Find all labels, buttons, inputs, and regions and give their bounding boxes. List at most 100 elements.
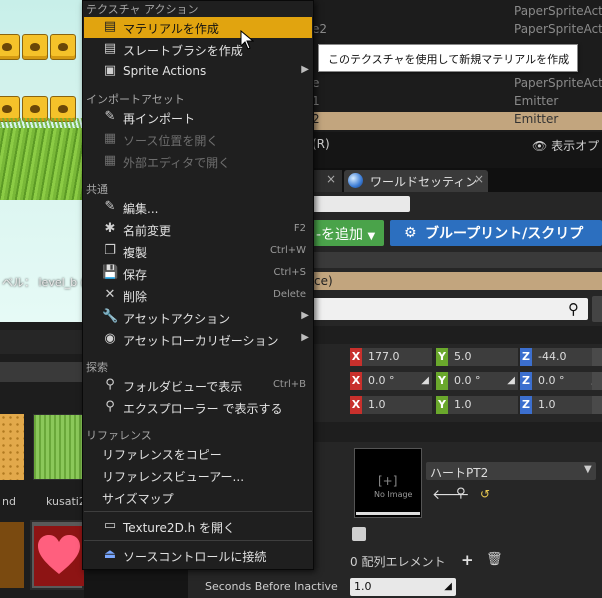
menu-item-label: 名前変更 bbox=[123, 224, 172, 238]
content-browser-toolbar bbox=[0, 330, 84, 354]
menu-item-reference-viewer[interactable]: リファレンスビューアー... bbox=[84, 465, 312, 486]
view-options-button[interactable]: 👁 表示オプ bbox=[532, 137, 599, 154]
details-search-input[interactable] bbox=[312, 298, 588, 320]
outliner-row-type: PaperSpriteActor bbox=[514, 76, 602, 90]
location-x-value[interactable]: 177.0 bbox=[362, 348, 432, 366]
menu-section-explore: 探索 bbox=[86, 361, 108, 374]
transform-section-header[interactable] bbox=[312, 326, 602, 344]
menu-item-create-slate-brush[interactable]: ▤ スレートブラシを作成 bbox=[84, 39, 312, 60]
menu-item-label: 複製 bbox=[123, 246, 148, 260]
property-checkbox[interactable] bbox=[352, 527, 366, 541]
close-icon[interactable]: × bbox=[474, 172, 484, 186]
menu-item-reimport[interactable]: ✎ 再インポート bbox=[84, 107, 312, 128]
mouse-cursor-icon bbox=[240, 30, 254, 50]
menu-item-shortcut: Delete bbox=[273, 289, 306, 300]
component-selected-label: ce) bbox=[314, 274, 333, 288]
menu-item-show-in-explorer[interactable]: ⚲ エクスプローラー で表示する bbox=[84, 397, 312, 418]
outliner-row-type: PaperSpriteActor bbox=[514, 4, 602, 18]
location-x[interactable]: X 177.0 bbox=[350, 348, 432, 366]
outliner-row[interactable]: PaperSpriteActor bbox=[312, 4, 602, 22]
menu-item-rename[interactable]: ✱ 名前変更 F2 bbox=[84, 219, 312, 240]
trash-icon[interactable]: 🗑 bbox=[486, 552, 503, 567]
menu-item-label: ソースコントロールに接続 bbox=[123, 550, 267, 564]
menu-item-copy-reference[interactable]: リファレンスをコピー bbox=[84, 443, 312, 464]
menu-item-label: マテリアルを作成 bbox=[123, 22, 219, 36]
asset-thumbnail-sand[interactable] bbox=[0, 414, 24, 480]
menu-item-asset-actions[interactable]: 🔧 アセットアクション ▶ bbox=[84, 307, 312, 328]
tab-world-settings-label: ワールドセッティン bbox=[370, 175, 478, 189]
outliner-row[interactable]: 1 Emitter bbox=[312, 94, 602, 112]
magnifier-icon: ⚲ bbox=[105, 399, 115, 414]
submenu-arrow-icon: ▶ bbox=[301, 332, 309, 343]
lock-toggle[interactable] bbox=[592, 396, 602, 414]
no-image-label: No Image bbox=[374, 490, 413, 499]
axis-y-label: Y bbox=[436, 348, 448, 366]
menu-item-open-texture2d-h[interactable]: ▭ Texture2D.h を開く bbox=[84, 516, 312, 537]
location-z[interactable]: Z -44.0 bbox=[520, 348, 602, 366]
menu-item-size-map[interactable]: サイズマップ bbox=[84, 487, 312, 508]
close-icon[interactable]: × bbox=[326, 172, 336, 186]
pencil-icon: ✎ bbox=[104, 199, 116, 214]
spin-arrow-icon: ◢ bbox=[444, 581, 452, 592]
axis-x-label: X bbox=[350, 396, 362, 414]
location-y[interactable]: Y 5.0 bbox=[436, 348, 518, 366]
blueprint-script-label: ブループリント/スクリプ bbox=[425, 226, 584, 242]
menu-item-label: アセットアクション bbox=[123, 312, 231, 326]
submenu-arrow-icon: ▶ bbox=[301, 64, 309, 75]
menu-item-sprite-actions[interactable]: ▣ Sprite Actions ▶ bbox=[84, 61, 312, 82]
menu-item-label: Texture2D.h を開く bbox=[123, 521, 236, 535]
scale-x-value[interactable]: 1.0 bbox=[362, 396, 432, 414]
rotation-z[interactable]: Z 0.0 ° ◢ bbox=[520, 372, 602, 390]
seconds-before-inactive-value: 1.0 bbox=[354, 580, 372, 593]
browse-magnifier-icon[interactable]: ⚲ bbox=[456, 486, 466, 501]
outliner-row-selected[interactable]: 2 Emitter bbox=[312, 112, 602, 130]
asset-label: kusati2 bbox=[46, 495, 86, 508]
spin-arrow-icon: ◢ bbox=[507, 375, 515, 386]
blueprint-icon: ⚙ bbox=[404, 225, 417, 241]
outliner-status: (R) bbox=[312, 137, 330, 151]
menu-item-open-source-location: ▦ ソース位置を開く bbox=[84, 129, 312, 150]
menu-item-show-in-folder-view[interactable]: ⚲ フォルダビューで表示 Ctrl+B bbox=[84, 375, 312, 396]
menu-item-duplicate[interactable]: ❐ 複製 Ctrl+W bbox=[84, 241, 312, 262]
location-y-value[interactable]: 5.0 bbox=[448, 348, 518, 366]
menu-item-delete[interactable]: ✕ 削除 Delete bbox=[84, 285, 312, 306]
menu-item-edit[interactable]: ✎ 編集... bbox=[84, 197, 312, 218]
menu-section-import: インポートアセット bbox=[86, 93, 185, 106]
add-component-button[interactable]: -を追加 ▼ bbox=[312, 220, 384, 246]
sprite-section-header[interactable] bbox=[312, 422, 602, 442]
menu-separator bbox=[84, 540, 312, 541]
asset-thumbnail-wood[interactable] bbox=[0, 522, 24, 588]
menu-item-label: 再インポート bbox=[123, 112, 196, 126]
asset-thumbnail-kusati2[interactable] bbox=[33, 414, 84, 480]
menu-item-connect-source-control[interactable]: ⏏ ソースコントロールに接続 bbox=[84, 545, 312, 566]
menu-section-references: リファレンス bbox=[86, 429, 152, 442]
menu-section-texture-actions: テクスチャ アクション bbox=[86, 3, 199, 16]
material-icon: ▤ bbox=[103, 19, 117, 34]
component-selected-row[interactable] bbox=[312, 272, 602, 290]
view-options-label: 表示オプ bbox=[551, 139, 600, 153]
outliner-row-type: PaperSpriteActor bbox=[514, 22, 602, 36]
menu-item-save[interactable]: 💾 保存 Ctrl+S bbox=[84, 263, 312, 284]
reset-to-default-icon[interactable]: ↺ bbox=[480, 487, 490, 501]
outliner-row-type: Emitter bbox=[514, 112, 559, 126]
search-icon: ⚲ bbox=[568, 300, 579, 318]
menu-item-create-material[interactable]: ▤ マテリアルを作成 bbox=[84, 17, 312, 38]
lock-toggle[interactable] bbox=[592, 348, 602, 366]
globe-icon: ◉ bbox=[104, 331, 116, 346]
view-options-toggle[interactable] bbox=[592, 296, 602, 322]
actor-name-field[interactable] bbox=[312, 196, 410, 212]
lock-toggle[interactable] bbox=[592, 372, 602, 390]
scale-x[interactable]: X 1.0 bbox=[350, 396, 432, 414]
add-element-icon[interactable]: + bbox=[461, 551, 474, 569]
menu-item-asset-localization[interactable]: ◉ アセットローカリゼーション ▶ bbox=[84, 329, 312, 350]
outliner-row[interactable]: e2 PaperSpriteActor bbox=[312, 22, 602, 40]
menu-item-label: ソース位置を開く bbox=[123, 134, 219, 148]
rotation-x[interactable]: X 0.0 ° ◢ bbox=[350, 372, 432, 390]
outliner-row[interactable]: e PaperSpriteActor bbox=[312, 76, 602, 94]
magnifier-icon: ⚲ bbox=[105, 377, 115, 392]
scale-z[interactable]: Z 1.0 bbox=[520, 396, 602, 414]
scale-y[interactable]: Y 1.0 bbox=[436, 396, 518, 414]
seconds-before-inactive-input[interactable]: 1.0 ◢ bbox=[350, 578, 456, 596]
rotation-y[interactable]: Y 0.0 ° ◢ bbox=[436, 372, 518, 390]
scale-y-value[interactable]: 1.0 bbox=[448, 396, 518, 414]
